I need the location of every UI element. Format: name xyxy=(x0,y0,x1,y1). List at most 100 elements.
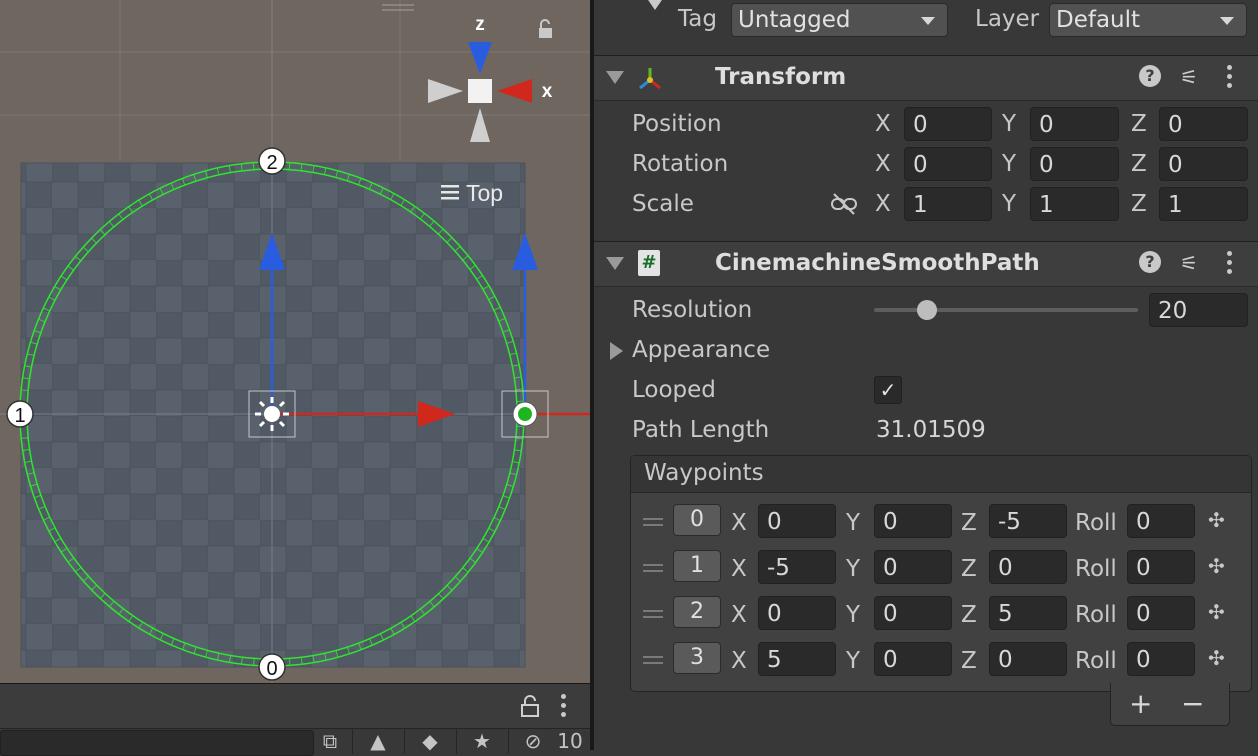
smooth-path-header[interactable]: # CinemachineSmoothPath ? ⚟ xyxy=(594,241,1258,287)
appearance-foldout-icon[interactable] xyxy=(610,342,623,360)
resolution-slider-track[interactable] xyxy=(874,308,1138,312)
axis-y-label: Y xyxy=(846,602,861,628)
waypoint-z-field[interactable]: -5 xyxy=(989,504,1067,538)
scene-view[interactable]: 2 1 0 z x Top xyxy=(0,0,590,683)
axis-x-label: X xyxy=(731,648,747,674)
foldout-icon[interactable] xyxy=(606,71,624,84)
lock-icon[interactable] xyxy=(520,694,540,718)
waypoint-y-field[interactable]: 0 xyxy=(874,642,952,676)
project-toolbar xyxy=(0,684,590,729)
search-input[interactable] xyxy=(0,730,314,756)
waypoint-index: 0 xyxy=(673,504,721,536)
waypoint-roll-field[interactable]: 0 xyxy=(1127,550,1195,584)
remove-waypoint-button[interactable]: − xyxy=(1181,687,1204,720)
header-chevron-icon[interactable] xyxy=(646,0,664,10)
presets-icon[interactable]: ⚟ xyxy=(1178,252,1200,274)
transform-header[interactable]: Transform ? ⚟ xyxy=(594,55,1258,101)
waypoint-y-field[interactable]: 0 xyxy=(874,596,952,630)
rotation-y-field[interactable]: 0 xyxy=(1030,147,1119,181)
axis-y-label: Y xyxy=(1002,191,1017,217)
axis-x-label: X xyxy=(731,510,747,536)
scale-y-field[interactable]: 1 xyxy=(1030,187,1119,221)
scale-x-field[interactable]: 1 xyxy=(904,187,992,221)
waypoint-index: 2 xyxy=(673,596,721,628)
tag-label: Tag xyxy=(678,6,717,32)
waypoint-z-field[interactable]: 0 xyxy=(989,642,1067,676)
eye-hidden-icon[interactable]: ⊘ xyxy=(518,728,548,754)
tag-icon[interactable]: ◆ xyxy=(416,728,444,754)
waypoint-y-field[interactable]: 0 xyxy=(874,550,952,584)
layer-dropdown[interactable]: Default xyxy=(1049,3,1247,37)
kebab-icon[interactable] xyxy=(1227,251,1233,275)
help-icon[interactable]: ? xyxy=(1139,251,1161,273)
scale-z-field[interactable]: 1 xyxy=(1159,187,1248,221)
waypoints-header[interactable]: Waypoints xyxy=(631,456,1251,493)
presets-icon[interactable]: ⚟ xyxy=(1178,66,1200,88)
unlink-icon[interactable] xyxy=(830,192,858,216)
add-waypoint-button[interactable]: + xyxy=(1129,687,1152,720)
axis-z-label: Z xyxy=(961,648,977,674)
axis-z-label: Z xyxy=(961,602,977,628)
waypoint-index: 3 xyxy=(673,642,721,674)
waypoint-row: 2 X 0 Y 0 Z 5 Roll 0 ✣ xyxy=(631,596,1251,642)
help-icon[interactable]: ? xyxy=(1139,65,1161,87)
drag-handle-icon[interactable] xyxy=(643,518,663,520)
waypoint-roll-field[interactable]: 0 xyxy=(1127,596,1195,630)
roll-label: Roll xyxy=(1075,602,1117,628)
position-z-field[interactable]: 0 xyxy=(1159,107,1248,141)
appearance-label[interactable]: Appearance xyxy=(632,337,770,363)
focus-icon[interactable]: ✣ xyxy=(1208,554,1225,578)
lock-icon[interactable] xyxy=(539,19,552,38)
waypoint-label-1: 1 xyxy=(14,405,25,427)
waypoint-marker-2[interactable]: 2 xyxy=(258,147,286,175)
axis-y-label: Y xyxy=(1002,111,1017,137)
waypoint-x-field[interactable]: -5 xyxy=(758,550,836,584)
drag-handle-icon[interactable] xyxy=(643,656,663,658)
position-y-field[interactable]: 0 xyxy=(1030,107,1119,141)
axis-x-label: X xyxy=(875,151,891,177)
waypoint-y-field[interactable]: 0 xyxy=(874,504,952,538)
star-icon[interactable]: ★ xyxy=(468,728,496,754)
gizmo-x-label: x xyxy=(542,81,553,102)
gizmo-x-cone[interactable] xyxy=(497,79,532,103)
foldout-icon[interactable] xyxy=(606,257,624,270)
layer-label: Layer xyxy=(975,6,1040,32)
drag-handle-icon[interactable] xyxy=(643,610,663,612)
roll-label: Roll xyxy=(1075,556,1117,582)
waypoint-roll-field[interactable]: 0 xyxy=(1127,504,1195,538)
drag-handle-icon[interactable] xyxy=(643,564,663,566)
position-x-field[interactable]: 0 xyxy=(904,107,992,141)
waypoint-z-field[interactable]: 5 xyxy=(989,596,1067,630)
waypoint-roll-field[interactable]: 0 xyxy=(1127,642,1195,676)
waypoint-marker-1[interactable]: 1 xyxy=(6,400,34,428)
open-external-icon[interactable]: ⧉ xyxy=(318,728,342,754)
looped-checkbox[interactable]: ✓ xyxy=(874,376,902,404)
waypoint-x-field[interactable]: 0 xyxy=(758,504,836,538)
waypoint-marker-0[interactable]: 0 xyxy=(258,653,286,681)
kebab-icon[interactable] xyxy=(561,694,567,718)
focus-icon[interactable]: ✣ xyxy=(1208,508,1225,532)
resolution-field[interactable]: 20 xyxy=(1149,293,1248,327)
chevron-down-icon xyxy=(921,17,935,25)
waypoint-x-field[interactable]: 5 xyxy=(758,642,836,676)
gizmo-neg-x-cone[interactable] xyxy=(428,79,463,103)
resolution-slider-knob[interactable] xyxy=(916,300,937,320)
hidden-count: 10 xyxy=(557,729,583,753)
waypoint-x-field[interactable]: 0 xyxy=(758,596,836,630)
rotation-z-field[interactable]: 0 xyxy=(1159,147,1248,181)
rotation-x-field[interactable]: 0 xyxy=(904,147,992,181)
orientation-gizmo[interactable]: z x xyxy=(428,14,553,142)
gizmo-neg-z-cone[interactable] xyxy=(470,108,490,142)
scene-canvas[interactable]: 2 1 0 z x Top xyxy=(0,0,590,683)
tag-value: Untagged xyxy=(738,7,851,33)
shapes-icon[interactable]: ▲ xyxy=(364,728,392,754)
focus-icon[interactable]: ✣ xyxy=(1208,600,1225,624)
waypoint-z-field[interactable]: 0 xyxy=(989,550,1067,584)
axis-x-label: X xyxy=(875,191,891,217)
gizmo-z-cone[interactable] xyxy=(468,42,492,74)
kebab-icon[interactable] xyxy=(1227,65,1233,89)
roll-label: Roll xyxy=(1075,648,1117,674)
focus-icon[interactable]: ✣ xyxy=(1208,646,1225,670)
axis-y-label: Y xyxy=(846,648,861,674)
tag-dropdown[interactable]: Untagged xyxy=(731,3,948,37)
